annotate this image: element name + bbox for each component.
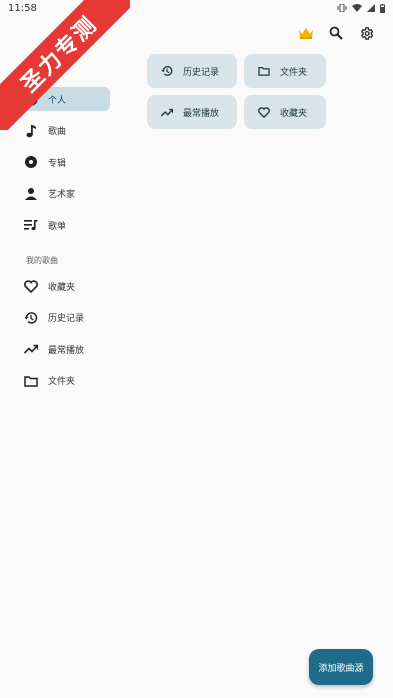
sidebar-item-personal[interactable]: 个人 bbox=[16, 87, 110, 111]
top-actions bbox=[297, 24, 375, 42]
trending-icon bbox=[161, 106, 173, 118]
wifi-icon bbox=[352, 4, 362, 12]
sidebar-item-favorites[interactable]: 收藏夹 bbox=[16, 274, 110, 298]
history-icon bbox=[161, 65, 173, 77]
sidebar-item-folders[interactable]: 文件夹 bbox=[16, 369, 110, 393]
sidebar-item-label: 专辑 bbox=[48, 158, 67, 169]
sidebar-item-playlists[interactable]: 歌单 bbox=[16, 213, 110, 237]
folder-icon bbox=[24, 374, 38, 388]
status-time: 11:58 bbox=[8, 2, 37, 14]
heart-icon bbox=[258, 106, 270, 118]
trending-icon bbox=[24, 342, 38, 356]
gear-icon[interactable] bbox=[357, 24, 375, 42]
sidebar-item-label: 收藏夹 bbox=[48, 282, 76, 293]
sidebar-item-history[interactable]: 历史记录 bbox=[16, 306, 110, 330]
sidebar-item-most-played[interactable]: 最常播放 bbox=[16, 337, 110, 361]
section-label-personal: 个人 bbox=[26, 69, 42, 78]
card-favorites[interactable]: 收藏夹 bbox=[244, 95, 326, 129]
playlist-icon bbox=[24, 218, 38, 232]
music-note-icon bbox=[24, 124, 38, 138]
card-label: 最常播放 bbox=[183, 108, 220, 119]
card-label: 收藏夹 bbox=[280, 108, 308, 119]
crown-icon[interactable] bbox=[297, 24, 315, 42]
signal-icon bbox=[367, 4, 375, 12]
add-song-source-button[interactable]: 添加歌曲源 bbox=[309, 649, 373, 685]
sidebar-item-label: 个人 bbox=[48, 95, 67, 106]
card-folders[interactable]: 文件夹 bbox=[244, 54, 326, 88]
album-icon bbox=[24, 155, 38, 169]
folder-icon bbox=[258, 65, 270, 77]
history-icon bbox=[24, 311, 38, 325]
sidebar-item-albums[interactable]: 专辑 bbox=[16, 150, 110, 174]
status-bar: 11:58 bbox=[0, 0, 393, 16]
sidebar-item-songs[interactable]: 歌曲 bbox=[16, 119, 110, 143]
sidebar-item-label: 歌曲 bbox=[48, 127, 67, 137]
quick-access-grid: 历史记录 文件夹 最常播放 收藏夹 bbox=[147, 54, 326, 129]
sidebar-item-label: 最常播放 bbox=[48, 345, 85, 356]
person-icon bbox=[24, 187, 38, 201]
sidebar-item-label: 文件夹 bbox=[48, 377, 76, 387]
sidebar-item-label: 歌单 bbox=[48, 221, 67, 232]
card-label: 历史记录 bbox=[183, 67, 220, 78]
sidebar-item-artists[interactable]: 艺术家 bbox=[16, 182, 110, 206]
search-icon[interactable] bbox=[327, 24, 345, 42]
face-icon bbox=[24, 92, 38, 106]
battery-icon bbox=[380, 3, 385, 13]
section-label-my-songs: 我的歌曲 bbox=[26, 256, 58, 265]
system-icons bbox=[337, 3, 385, 13]
card-label: 文件夹 bbox=[280, 67, 308, 78]
sidebar: 个人 个人 歌曲 专辑 艺术家 歌单 我的歌曲 收藏夹 历史记录 最常播放 文件… bbox=[16, 68, 116, 400]
card-history[interactable]: 历史记录 bbox=[147, 54, 237, 88]
heart-icon bbox=[24, 279, 38, 293]
vibrate-icon bbox=[337, 4, 347, 12]
card-most-played[interactable]: 最常播放 bbox=[147, 95, 237, 129]
sidebar-item-label: 艺术家 bbox=[48, 190, 76, 200]
sidebar-item-label: 历史记录 bbox=[48, 314, 85, 324]
app-title: 音乐 bbox=[56, 41, 83, 56]
